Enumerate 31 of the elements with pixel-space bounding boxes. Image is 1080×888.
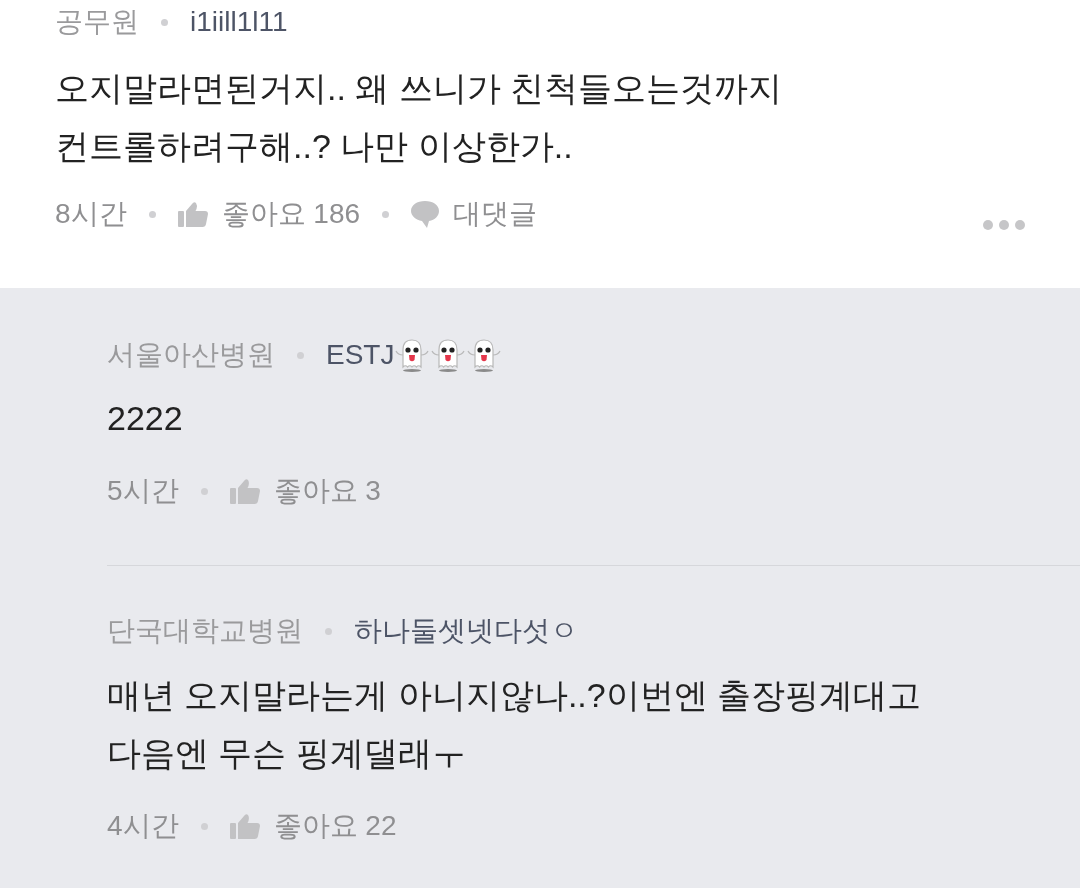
like-button[interactable]: 좋아요 22 [229, 805, 397, 847]
bullet-icon [161, 18, 168, 26]
comment-time: 8시간 [55, 197, 127, 231]
speech-bubble-icon [411, 200, 440, 228]
reply-button[interactable]: 대댓글 [411, 193, 538, 235]
bullet-icon [200, 487, 208, 495]
comment-text: 2222 [107, 398, 183, 439]
thumbs-up-icon [177, 201, 208, 227]
comment-text: 매년 오지말라는게 아니지않나..?이번엔 출장핑계대고 다음엔 무슨 핑계댈래ㅜ [107, 675, 922, 774]
ghost-emoji-icon [466, 337, 503, 373]
comment-time: 4시간 [107, 809, 179, 843]
bullet-icon [148, 210, 156, 218]
comment-text: 오지말라면된거지.. 왜 쓰니가 친척들오는것까지 컨트롤하려구해..? 나만 이상한가.. [55, 68, 783, 167]
thumbs-up-icon [229, 813, 260, 839]
comment-time: 5시간 [107, 474, 179, 508]
like-button[interactable]: 좋아요 186 [177, 193, 361, 235]
ghost-emoji-icon [430, 337, 467, 373]
thumbs-up-icon [229, 478, 260, 504]
ghost-emoji-icon [394, 337, 431, 373]
bullet-icon [200, 822, 208, 830]
bullet-icon [325, 627, 332, 635]
bullet-icon [382, 210, 390, 218]
author-workplace: 단국대학교병원 [107, 614, 303, 648]
author-workplace: 공무원 [55, 5, 139, 39]
author-nickname: 하나둘셋넷다섯ㅇ [354, 614, 578, 648]
author-workplace: 서울아산병원 [107, 338, 275, 372]
author-nickname: i1iill1l11 [190, 5, 288, 39]
bullet-icon [297, 351, 304, 359]
like-button[interactable]: 좋아요 3 [229, 470, 381, 512]
author-nickname: ESTJ [326, 338, 395, 372]
more-options-icon[interactable] [983, 220, 1025, 230]
